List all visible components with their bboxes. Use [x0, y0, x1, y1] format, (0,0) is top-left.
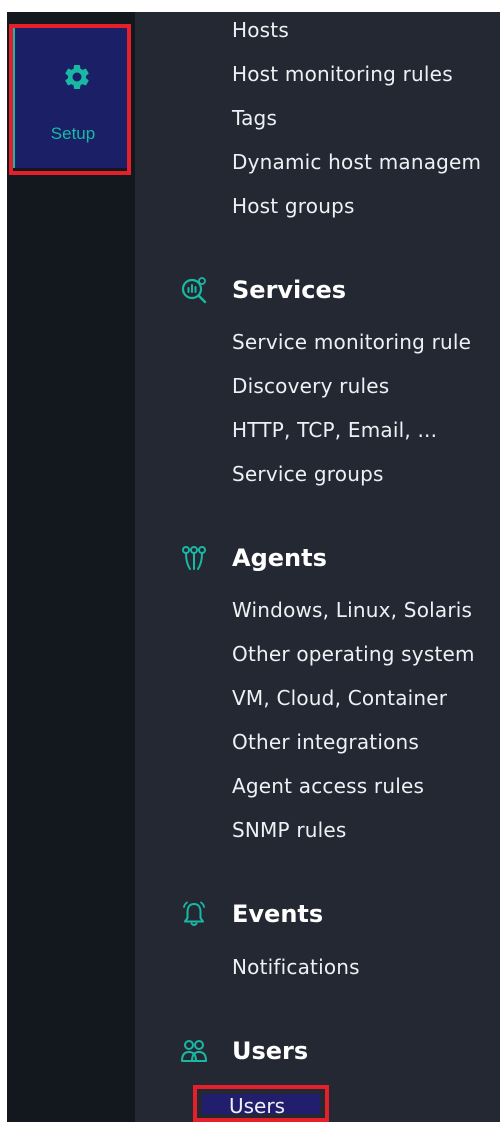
- menu-item-host-monitoring-rules[interactable]: Host monitoring rules: [232, 62, 453, 86]
- menu-item-tags[interactable]: Tags: [232, 106, 277, 130]
- section-heading-agents: Agents: [232, 544, 327, 572]
- users-icon: [181, 1040, 207, 1062]
- menu-item-snmp-rules[interactable]: SNMP rules: [232, 818, 347, 842]
- menu-item-service-monitoring-rules[interactable]: Service monitoring rule: [232, 330, 471, 354]
- menu-item-other-integrations[interactable]: Other integrations: [232, 730, 419, 754]
- menu-item-host-groups[interactable]: Host groups: [232, 194, 355, 218]
- agents-icon: [182, 546, 206, 570]
- setup-label: Setup: [50, 124, 96, 143]
- setup-menu-panel: Setup Hosts Host monitoring rules Tags D…: [7, 12, 500, 1122]
- menu-item-windows-linux-solaris[interactable]: Windows, Linux, Solaris: [232, 598, 472, 622]
- gear-icon: [65, 64, 89, 89]
- menu-item-vm-cloud-container[interactable]: VM, Cloud, Container: [232, 686, 447, 710]
- menu-item-hosts[interactable]: Hosts: [232, 18, 289, 42]
- menu-item-users: Users: [229, 1094, 286, 1118]
- section-heading-services: Services: [232, 276, 347, 304]
- menu-item-discovery-rules[interactable]: Discovery rules: [232, 374, 389, 398]
- menu-item-users-selected[interactable]: Users: [193, 1085, 329, 1122]
- menu-item-other-operating-systems[interactable]: Other operating system: [232, 642, 475, 666]
- menu-item-agent-access-rules[interactable]: Agent access rules: [232, 774, 424, 798]
- setup-nav-button[interactable]: Setup: [12, 26, 131, 168]
- menu-item-notifications[interactable]: Notifications: [232, 955, 360, 979]
- section-heading-users: Users: [232, 1037, 309, 1065]
- menu-item-dynamic-host-management[interactable]: Dynamic host managem: [232, 150, 481, 174]
- services-icon: [181, 277, 207, 304]
- left-nav-rail: Setup: [7, 12, 135, 1122]
- section-heading-events: Events: [232, 900, 324, 928]
- menu-item-service-groups[interactable]: Service groups: [232, 462, 384, 486]
- menu-item-http-tcp-email[interactable]: HTTP, TCP, Email, ...: [232, 418, 437, 442]
- bell-icon: [183, 901, 205, 926]
